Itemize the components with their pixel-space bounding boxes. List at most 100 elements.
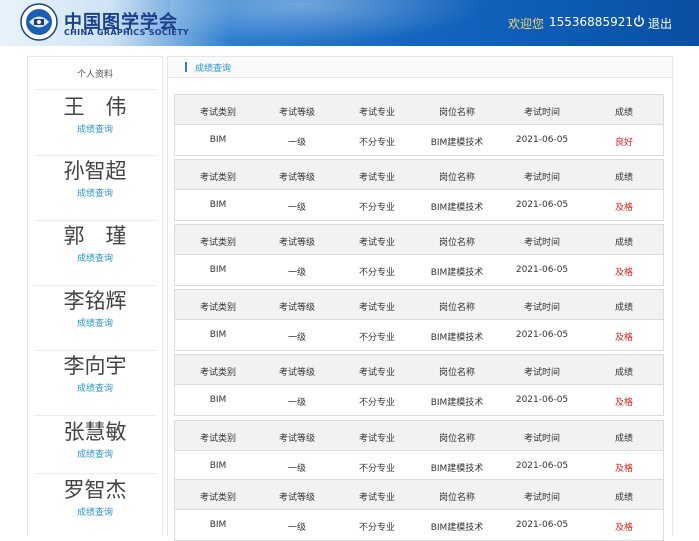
column-header: 考试时间 — [523, 173, 560, 183]
column-header: 考试专业 — [358, 493, 395, 503]
column-header: 考试专业 — [358, 173, 395, 183]
cell-value: 一级 — [287, 138, 306, 148]
column-header: 岗位名称 — [438, 434, 475, 444]
result-card: 考试类别 BIM 考试等级 一级 考试专业 不分专业 岗位名称 BIM建模技术 考试时间 2021… — [174, 289, 664, 351]
grade-value: 及格 — [614, 333, 633, 343]
section-header: 成绩查询 — [167, 56, 673, 78]
column-header: 成绩 — [614, 238, 633, 248]
column-header: 考试专业 — [358, 434, 395, 444]
column-header: 岗位名称 — [438, 108, 475, 118]
cell-value: 一级 — [287, 268, 306, 278]
section-title[interactable]: 成绩查询 — [195, 61, 231, 74]
sidebar-divider — [34, 220, 156, 221]
cell-value: BIM — [209, 200, 227, 210]
column-header: 考试类别 — [199, 108, 236, 118]
sidebar-divider — [34, 89, 156, 90]
column-header: 考试类别 — [199, 173, 236, 183]
cell-value: 一级 — [287, 333, 306, 343]
logo-title-en: CHINA GRAPHICS SOCIETY — [64, 28, 189, 37]
sidebar-divider — [34, 350, 156, 351]
cell-value: BIM — [209, 265, 227, 275]
column-header: 考试类别 — [199, 434, 236, 444]
profile-sidebar: 个人资料 王 伟成绩查询 孙智超 成绩查询郭 瑾成绩查询 李铭辉 成绩查询 李向宇 成绩查询… — [27, 56, 163, 536]
grade-value: 良好 — [614, 138, 633, 148]
cell-value: 不分专业 — [358, 138, 395, 148]
column-header: 考试等级 — [278, 108, 315, 118]
top-header: 中国图学学会 CHINA GRAPHICS SOCIETY 欢迎您 155368… — [0, 0, 699, 46]
column-header: 成绩 — [614, 173, 633, 183]
cell-value: 2021-06-05 — [515, 461, 569, 471]
column-header: 考试类别 — [199, 493, 236, 503]
grade-value: 及格 — [614, 398, 633, 408]
column-header: 考试等级 — [278, 238, 315, 248]
score-query-link[interactable]: 成绩查询 — [28, 450, 162, 461]
sidebar-divider — [34, 415, 156, 416]
column-header: 岗位名称 — [438, 303, 475, 313]
column-header: 考试类别 — [199, 303, 236, 313]
column-header: 考试时间 — [523, 368, 560, 378]
column-header: 考试等级 — [278, 303, 315, 313]
result-card: 考试类别 BIM 考试等级 一级 考试专业 不分专业 岗位名称 BIM建模技术 考试时间 2021… — [174, 479, 664, 541]
sidebar-person: 罗智杰 成绩查询 — [28, 477, 162, 519]
score-query-link[interactable]: 成绩查询 — [28, 384, 162, 395]
sidebar-person: 李铭辉 成绩查询 — [28, 288, 162, 330]
cell-value: BIM建模技术 — [430, 138, 484, 148]
cell-value: 2021-06-05 — [515, 135, 569, 145]
column-header: 考试专业 — [358, 368, 395, 378]
score-query-link[interactable]: 成绩查询 — [28, 254, 162, 265]
sidebar-person: 李向宇 成绩查询 — [28, 353, 162, 395]
cell-value: BIM建模技术 — [430, 523, 484, 533]
cell-value: 一级 — [287, 398, 306, 408]
logout-button[interactable]: 退出 — [648, 15, 672, 32]
cell-value: BIM — [209, 135, 227, 145]
sidebar-title: 个人资料 — [76, 70, 113, 80]
column-header: 成绩 — [614, 434, 633, 444]
cell-value: 2021-06-05 — [515, 265, 569, 275]
score-query-link[interactable]: 成绩查询 — [28, 319, 162, 330]
person-name: 罗智杰 — [63, 478, 127, 502]
sidebar-person: 张慧敏 成绩查询 — [28, 419, 162, 461]
cell-value: 一级 — [287, 203, 306, 213]
cell-value: BIM建模技术 — [430, 268, 484, 278]
grade-value: 及格 — [614, 203, 633, 213]
column-header: 考试类别 — [199, 368, 236, 378]
cell-value: BIM — [209, 330, 227, 340]
score-query-link[interactable]: 成绩查询 — [28, 125, 162, 136]
person-name: 张慧敏 — [63, 420, 127, 444]
person-name: 王 伟 — [63, 95, 127, 119]
cell-value: 一级 — [287, 523, 306, 533]
column-header: 考试时间 — [523, 493, 560, 503]
society-emblem-icon[interactable] — [20, 3, 58, 41]
column-header: 考试等级 — [278, 368, 315, 378]
person-name: 孙智超 — [63, 159, 127, 183]
cell-value: 2021-06-05 — [515, 520, 569, 530]
column-header: 考试专业 — [358, 108, 395, 118]
column-header: 岗位名称 — [438, 368, 475, 378]
cell-value: BIM — [209, 395, 227, 405]
column-header: 岗位名称 — [438, 173, 475, 183]
user-phone: 15536885921 — [549, 15, 633, 29]
column-header: 成绩 — [614, 493, 633, 503]
column-header: 考试专业 — [358, 238, 395, 248]
column-header: 考试时间 — [523, 303, 560, 313]
column-header: 考试类别 — [199, 238, 236, 248]
column-header: 考试专业 — [358, 303, 395, 313]
column-header: 考试时间 — [523, 434, 560, 444]
sidebar-divider — [34, 285, 156, 286]
cell-value: BIM建模技术 — [430, 398, 484, 408]
sidebar-person: 王 伟成绩查询 — [28, 94, 162, 136]
person-name: 李向宇 — [63, 354, 127, 378]
score-query-link[interactable]: 成绩查询 — [28, 508, 162, 519]
cell-value: BIM建模技术 — [430, 333, 484, 343]
score-query-link[interactable]: 成绩查询 — [28, 189, 162, 200]
grade-value: 及格 — [614, 268, 633, 278]
result-card: 考试类别 BIM 考试等级一级 考试专业不分专业 岗位名称 BIM建模技术 考试时间 2021… — [174, 94, 664, 156]
power-icon[interactable] — [633, 15, 645, 27]
column-header: 岗位名称 — [438, 238, 475, 248]
cell-value: 2021-06-05 — [515, 330, 569, 340]
column-header: 考试等级 — [278, 493, 315, 503]
result-card: 考试类别 BIM 考试等级 一级 考试专业 不分专业 岗位名称 BIM建模技术 考试时间 2021… — [174, 354, 664, 416]
result-card: 考试类别 BIM 考试等级 一级 考试专业 不分专业 岗位名称 BIM建模技术 考试时间 2021… — [174, 420, 664, 482]
column-header: 考试时间 — [523, 108, 560, 118]
cell-value: 不分专业 — [358, 464, 395, 474]
